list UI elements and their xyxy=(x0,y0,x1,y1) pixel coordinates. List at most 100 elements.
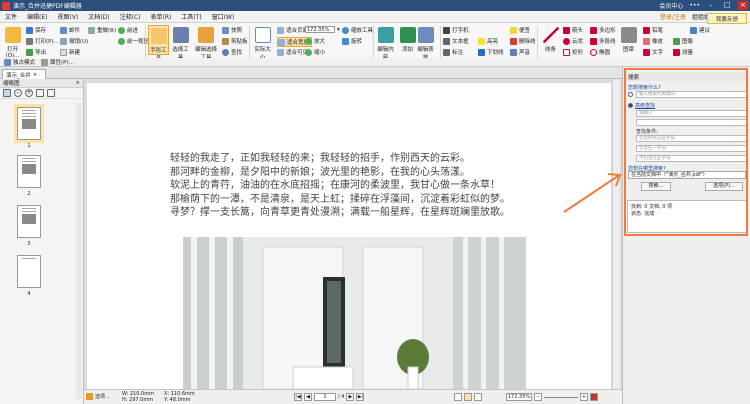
rotate-button[interactable]: 旋转 xyxy=(342,37,362,45)
more-icon[interactable]: ••• xyxy=(689,2,700,9)
thumbnail-page-2[interactable] xyxy=(17,155,41,188)
continuous-page-icon[interactable] xyxy=(464,393,472,401)
sound-button[interactable]: 声音 xyxy=(510,48,530,56)
polygon-button[interactable]: 多边形 xyxy=(590,26,616,34)
export-button[interactable]: 导出 xyxy=(26,48,46,56)
document-scrollbar[interactable] xyxy=(612,79,620,389)
login-link[interactable]: 登录/注册 xyxy=(660,12,686,21)
forward-button[interactable]: 前进 xyxy=(118,26,138,34)
actual-size-button[interactable]: 实际大小 xyxy=(252,25,273,61)
menu-edit[interactable]: 编辑(E) xyxy=(22,12,52,21)
member-center-link[interactable]: 会员中心 xyxy=(659,1,683,10)
fit-width-icon xyxy=(278,38,285,46)
menu-tools[interactable]: 工具(T) xyxy=(176,12,206,21)
arrow-button[interactable]: 箭头 xyxy=(563,26,583,34)
mode-label: 独占模式 xyxy=(13,60,36,66)
status-zoom-value[interactable]: 172.35% xyxy=(506,393,532,401)
zoom-slider[interactable] xyxy=(544,396,578,398)
close-tab-icon[interactable]: × xyxy=(33,72,38,78)
menu-form[interactable]: 表单(R) xyxy=(145,12,176,21)
sticky-note-button[interactable]: 便签 xyxy=(510,26,530,34)
polyline-button[interactable]: 多段线 xyxy=(590,37,616,45)
close-window-button[interactable]: × xyxy=(738,1,748,10)
image-button[interactable]: 图像 xyxy=(673,37,693,45)
single-page-icon[interactable] xyxy=(454,393,462,401)
pdf-icon[interactable] xyxy=(590,393,598,401)
find-button[interactable]: 查找 xyxy=(222,48,242,56)
facing-page-icon[interactable] xyxy=(474,393,482,401)
select-text-button[interactable]: 选择工具 xyxy=(170,25,191,61)
prev-page-button[interactable]: ◀ xyxy=(304,393,312,401)
text-button[interactable]: 文字 xyxy=(643,48,663,56)
cloud-button[interactable]: 云状 xyxy=(563,37,583,45)
document-view[interactable]: 轻轻的我走了，正如我轻轻的来；我轻轻的招手，作别西天的云彩。 那河畔的金柳，是夕… xyxy=(84,79,619,389)
highlight-button[interactable]: 高亮 xyxy=(478,37,498,45)
edit-select-button[interactable]: 编辑选择工具 xyxy=(193,25,219,61)
line-button[interactable]: 线条 xyxy=(540,25,561,55)
clipboard-button[interactable]: 剪贴板 xyxy=(222,37,248,45)
form-field-button[interactable]: 编辑表单 xyxy=(415,25,436,61)
zoom-value[interactable]: 172.35% xyxy=(305,26,335,33)
measure-button[interactable]: 测量 xyxy=(673,48,693,56)
thumbnail-page-1[interactable] xyxy=(14,104,44,143)
strikeout-button[interactable]: 删除线 xyxy=(510,37,536,45)
next-page-button[interactable]: ▶ xyxy=(346,393,355,401)
thumbnail-page-3[interactable] xyxy=(17,205,41,238)
menu-comment[interactable]: 注释(C) xyxy=(115,12,146,21)
feedback-button[interactable]: 我要反馈 xyxy=(707,13,747,24)
fit-visible-button[interactable]: 适合可见 xyxy=(277,48,308,56)
status-zoom-in-button[interactable]: + xyxy=(580,393,588,401)
divider xyxy=(249,26,250,62)
stamp-button[interactable]: 图章 xyxy=(618,25,639,55)
document-tab[interactable]: 演示_合并 × xyxy=(2,69,46,79)
menu-view[interactable]: 视图(V) xyxy=(53,12,84,21)
edit-content-button[interactable]: 编辑内容 xyxy=(375,25,396,61)
typewriter-button[interactable]: 打字机 xyxy=(443,26,469,34)
last-page-button[interactable]: ▶| xyxy=(356,393,365,401)
menu-file[interactable]: 文件 xyxy=(0,12,22,21)
callout-button[interactable]: 标注 xyxy=(443,48,463,56)
zoom-select[interactable]: 172.35% ▾ xyxy=(305,26,340,33)
hand-tool-button[interactable]: 手形工具 xyxy=(148,25,169,62)
zoom-in-button[interactable]: 放大 xyxy=(305,37,325,45)
fit-page-button[interactable]: 适合页面 xyxy=(277,26,308,34)
delete-thumb-icon[interactable] xyxy=(47,89,55,97)
underline-label: 下划线 xyxy=(487,50,504,56)
snapshot-button[interactable]: 快照 xyxy=(222,26,242,34)
redo-button[interactable]: 重做(R) xyxy=(88,26,116,34)
mode-button[interactable]: 独占模式 xyxy=(4,58,35,66)
rotate-thumb-icon[interactable] xyxy=(36,89,44,97)
first-page-button[interactable]: |◀ xyxy=(294,393,302,401)
mail-button[interactable]: 邮件 xyxy=(60,26,80,34)
zoom-tool-button[interactable]: 缩放工具 xyxy=(342,26,373,34)
pdf-page[interactable]: 轻轻的我走了，正如我轻轻的来；我轻轻的招手，作别西天的云彩。 那河畔的金柳，是夕… xyxy=(87,83,611,389)
textbox-button[interactable]: 文本框 xyxy=(443,37,469,45)
page-number-input[interactable]: 1 xyxy=(314,393,336,401)
minimize-button[interactable]: – xyxy=(706,1,716,10)
close-panel-icon[interactable]: × xyxy=(75,80,80,86)
underline-button[interactable]: 下划线 xyxy=(478,48,504,56)
eraser-button[interactable]: 橡皮 xyxy=(643,37,663,45)
save-button[interactable]: 保存 xyxy=(26,26,46,34)
status-zoom-out-button[interactable]: – xyxy=(534,393,542,401)
thumbnail-scrollbar[interactable] xyxy=(76,103,82,399)
rectangle-button[interactable]: 矩形 xyxy=(563,48,583,56)
thumbnail-tools: – + xyxy=(0,88,83,99)
menu-window[interactable]: 窗口(W) xyxy=(207,12,240,21)
zoom-out-thumb-icon[interactable]: – xyxy=(14,89,22,97)
undo-button[interactable]: 撤销(U) xyxy=(60,37,88,45)
options-icon[interactable] xyxy=(3,89,11,97)
oval-button[interactable]: 椭圆 xyxy=(590,48,610,56)
thumbnail-page-4[interactable] xyxy=(17,255,41,288)
menu-document[interactable]: 文档(D) xyxy=(83,12,114,21)
suggest-button[interactable]: 建议 xyxy=(690,26,710,34)
zoom-in-thumb-icon[interactable]: + xyxy=(25,89,33,97)
print-button[interactable]: 打印(P)... xyxy=(26,37,59,45)
status-options-button[interactable]: 选项... xyxy=(86,393,110,400)
maximize-button[interactable]: □ xyxy=(722,1,732,10)
open-button[interactable]: 打开(O)... xyxy=(2,25,23,59)
properties-button[interactable]: 属性(P)... xyxy=(41,58,74,66)
pencil-button[interactable]: 铅笔 xyxy=(643,26,663,34)
new-button[interactable]: 新建 xyxy=(60,48,80,56)
zoom-out-button[interactable]: 缩小 xyxy=(305,48,325,56)
